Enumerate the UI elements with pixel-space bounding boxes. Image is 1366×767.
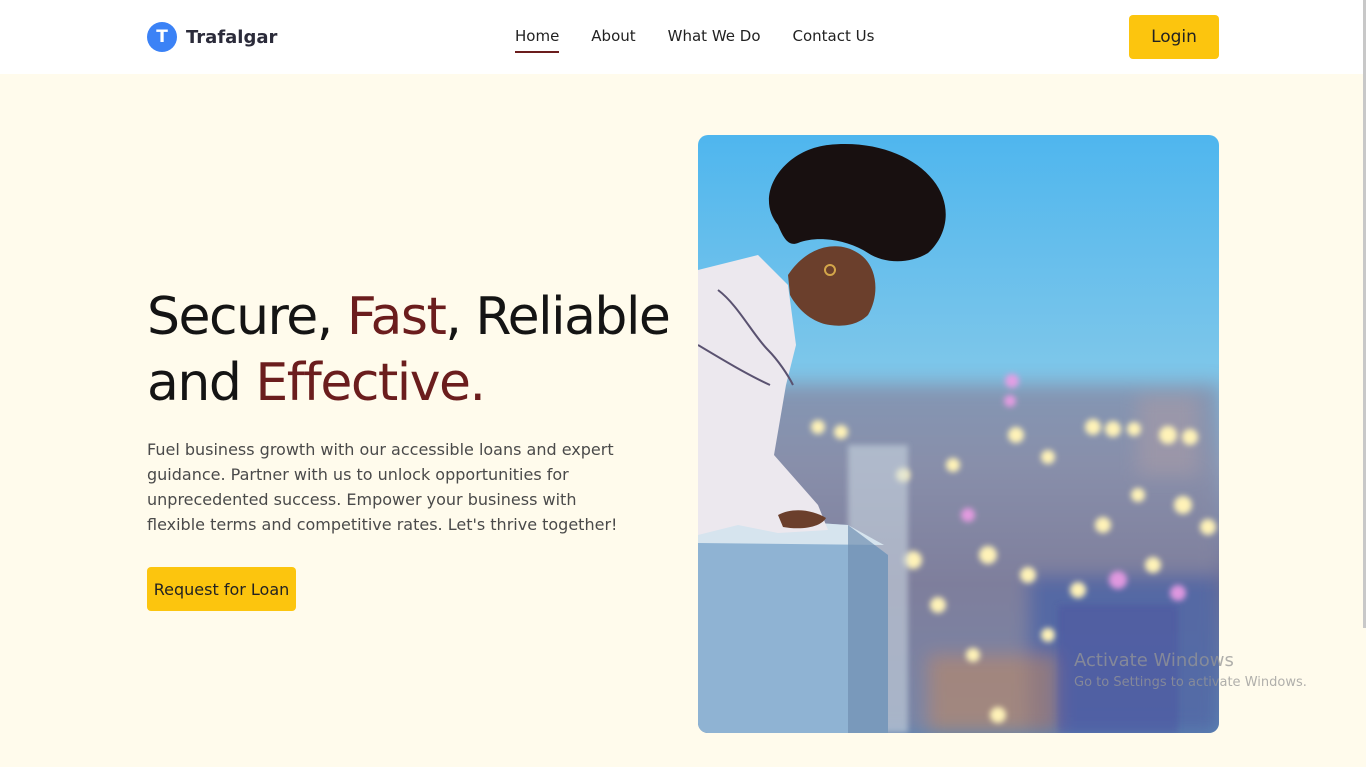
hero-description: Fuel business growth with our accessible… (147, 440, 618, 534)
hero-title-effective: Effective. (255, 353, 486, 413)
brand-name: Trafalgar (186, 26, 278, 48)
hero-title: Secure, Fast, Reliable and Effective. (147, 284, 687, 416)
nav-contact-us[interactable]: Contact Us (793, 27, 875, 51)
hero-title-part1: Secure, (147, 287, 347, 347)
request-loan-button[interactable]: Request for Loan (147, 567, 296, 611)
hero-title-fast: Fast (346, 287, 447, 347)
login-button[interactable]: Login (1129, 15, 1219, 59)
hero-photo-illustration (698, 135, 1219, 733)
top-navbar: T Trafalgar Home About What We Do Contac… (0, 0, 1366, 74)
brand-icon: T (147, 22, 177, 52)
main-nav: Home About What We Do Contact Us (515, 27, 906, 53)
hero-image (698, 135, 1219, 733)
watermark-title: Activate Windows (1074, 650, 1234, 671)
nav-home[interactable]: Home (515, 27, 560, 53)
watermark-subtitle: Go to Settings to activate Windows. (1074, 675, 1307, 690)
windows-activation-watermark: Activate Windows Go to Settings to activ… (1074, 650, 1307, 690)
nav-about[interactable]: About (591, 27, 635, 51)
nav-what-we-do[interactable]: What We Do (668, 27, 761, 51)
brand-logo[interactable]: T Trafalgar (147, 22, 277, 52)
